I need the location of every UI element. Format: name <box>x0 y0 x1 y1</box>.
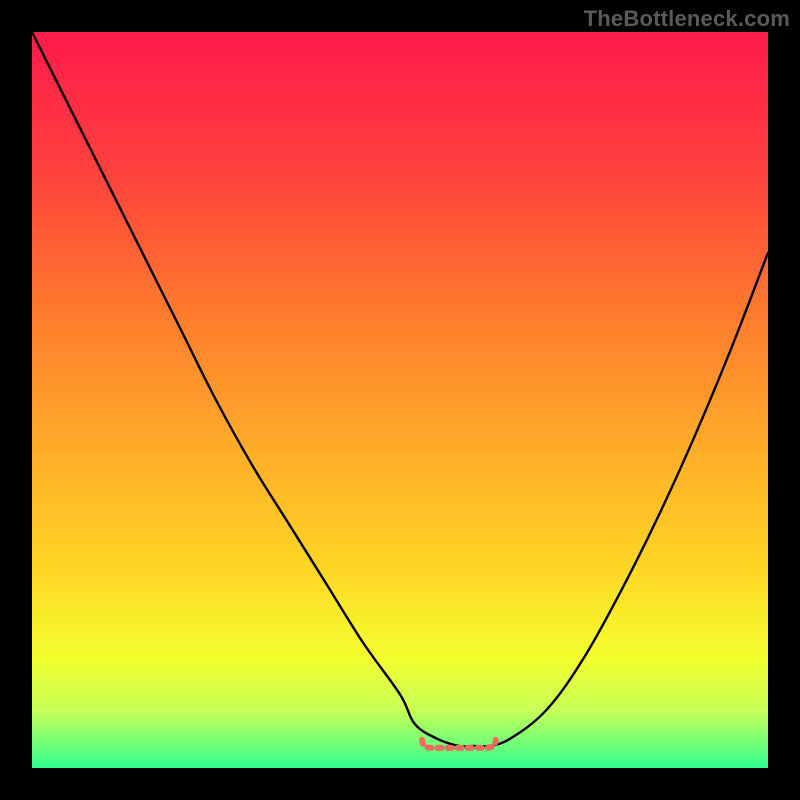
bottleneck-chart <box>0 0 800 800</box>
plot-background <box>32 32 768 768</box>
chart-container: TheBottleneck.com <box>0 0 800 800</box>
watermark-text: TheBottleneck.com <box>584 6 790 32</box>
